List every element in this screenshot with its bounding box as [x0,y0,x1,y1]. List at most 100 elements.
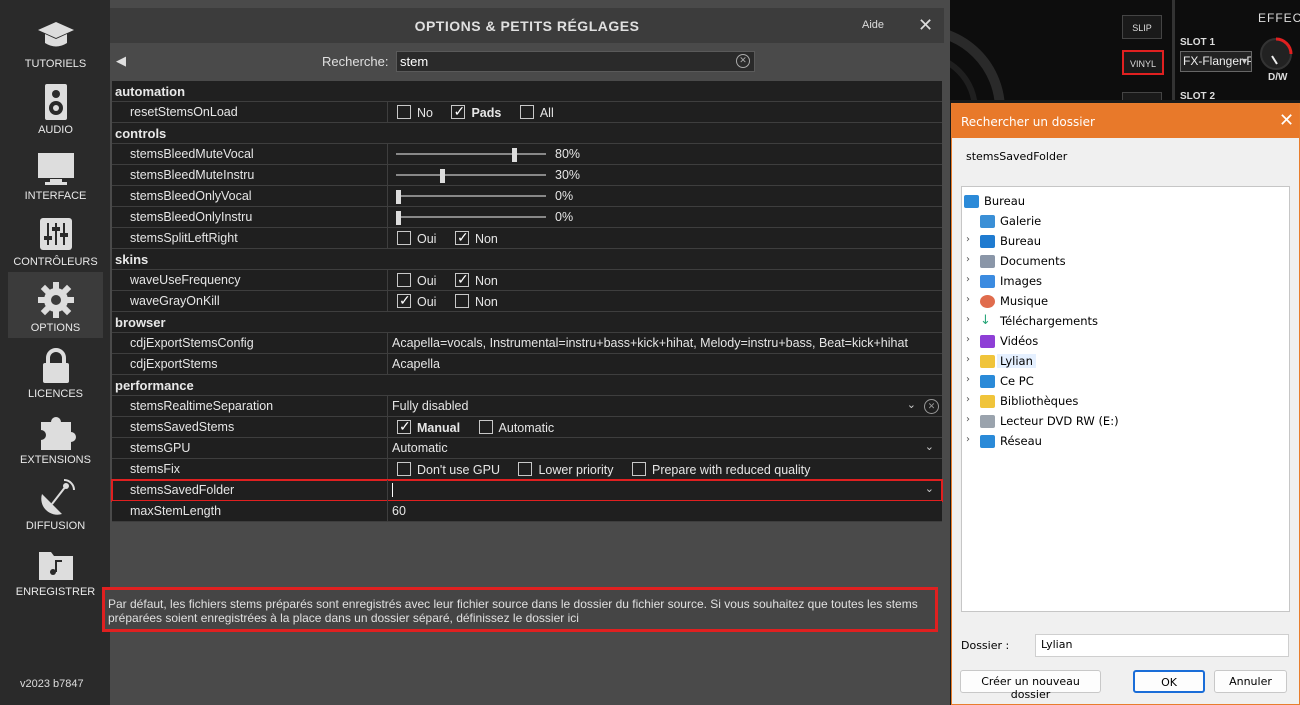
checkbox-oui[interactable] [397,273,411,287]
satellite-dish-icon [40,479,75,515]
option-row-maxStemLength: maxStemLength 60 [112,501,942,522]
chevron-right-icon[interactable]: › [966,414,970,425]
chevron-right-icon[interactable]: › [966,274,970,285]
options-window: OPTIONS & PETITS RÉGLAGES Aide ✕ ◀ Reche… [102,0,950,705]
nav-controleurs[interactable]: CONTRÔLEURS [8,206,103,272]
ok-button[interactable]: OK [1133,670,1205,693]
slider-value: 0% [555,189,574,203]
text-value-field[interactable]: Acapella=vocals, Instrumental=instru+bas… [389,333,942,354]
chevron-right-icon[interactable]: › [966,374,970,385]
nav-audio[interactable]: AUDIO [8,74,103,140]
help-link[interactable]: Aide [862,19,884,31]
tree-item-label: Réseau [1000,434,1042,448]
slider[interactable] [396,211,546,225]
slider-knob[interactable] [396,190,401,204]
chevron-right-icon[interactable]: › [966,334,970,345]
dw-label: D/W [1268,72,1288,83]
option-name: cdjExportStemsConfig [112,333,388,354]
nav-options[interactable]: OPTIONS [8,272,103,338]
slider-knob[interactable] [440,169,445,183]
vinyl-button[interactable]: VINYL [1122,50,1164,75]
checkbox-no[interactable] [397,105,411,119]
checkbox-dont-use-gpu[interactable] [397,462,411,476]
close-icon[interactable]: ✕ [918,15,933,36]
chevron-right-icon[interactable]: › [966,254,970,265]
chevron-right-icon[interactable]: › [966,354,970,365]
nav-diffusion[interactable]: DIFFUSION [8,470,103,536]
nav-enregistrer[interactable]: ENREGISTRER [8,536,103,602]
slider-knob[interactable] [396,211,401,225]
chevron-right-icon[interactable]: › [966,434,970,445]
chevron-right-icon[interactable]: › [966,314,970,325]
slider-knob[interactable] [512,148,517,162]
folder-tree[interactable]: Bureau Galerie › Bureau › Documents › Im… [961,186,1290,612]
slider[interactable] [396,169,546,183]
checkbox-automatic[interactable] [478,420,493,434]
options-grid: automation resetStemsOnLoad No Pads All … [111,81,943,522]
search-input[interactable]: stem [396,51,755,72]
dw-knob-icon[interactable] [1256,34,1296,74]
folder-input[interactable]: Lylian [1035,634,1289,657]
new-folder-button[interactable]: Créer un nouveau dossier [960,670,1101,701]
dropdown[interactable]: Automatic ⌄ [389,438,942,459]
nav-label: TUTORIELS [24,58,87,70]
folder-dropdown[interactable]: ⌄ [389,480,942,501]
nav-interface[interactable]: INTERFACE [8,140,103,206]
tree-item-label: Lylian [997,354,1036,368]
checkbox-all[interactable] [519,105,534,119]
tree-item-label: Bureau [1000,234,1042,248]
chevron-down-icon[interactable]: ⌄ [925,482,934,495]
checkbox-non[interactable] [454,271,469,288]
tree-item-label: Téléchargements [1000,314,1099,328]
checkbox-oui[interactable] [397,231,411,245]
effect-header: EFFECT [1258,11,1300,25]
checkbox-label: Oui [417,295,437,309]
checkbox-reduced-quality[interactable] [631,462,646,476]
speaker-icon [44,84,67,120]
reset-icon[interactable]: ✕ [924,399,939,414]
nav-licences[interactable]: LICENCES [8,338,103,404]
text-value-field[interactable]: 60 [389,501,942,522]
chevron-down-icon[interactable]: ⌄ [907,398,916,411]
desktop-icon [964,195,979,208]
dropdown[interactable]: Fully disabled ⌄ ✕ [389,396,942,417]
checkbox-lower-priority[interactable] [518,462,533,476]
close-icon[interactable]: ✕ [1279,110,1294,131]
checkbox-label: Automatic [498,421,555,435]
deck-button[interactable] [1122,92,1162,100]
cancel-button[interactable]: Annuler [1214,670,1287,693]
chevron-right-icon[interactable]: › [966,394,970,405]
checkbox-manual[interactable] [397,418,411,435]
section-header: automation [112,81,942,102]
slider[interactable] [396,148,546,162]
nav-label: ENREGISTRER [15,586,96,598]
back-arrow-icon[interactable]: ◀ [116,53,126,69]
option-row-stemsGPU: stemsGPU Automatic ⌄ [112,438,942,459]
option-name: stemsBleedMuteInstru [112,165,388,186]
dropdown-value: Fully disabled [392,399,469,413]
checkbox-non[interactable] [454,229,469,246]
text-value-field[interactable]: Acapella [389,354,942,375]
desktop-folder-icon [980,235,995,248]
chevron-right-icon[interactable]: › [966,294,970,305]
tree-item-lylian[interactable]: › Lylian [966,353,1286,371]
chevron-down-icon[interactable]: ▼ [1240,56,1249,66]
nav-extensions[interactable]: EXTENSIONS [8,404,103,470]
chevron-down-icon[interactable]: ⌄ [925,440,934,453]
tree-item-label: Images [1000,274,1043,288]
libraries-folder-icon [980,395,995,408]
clear-search-icon[interactable]: ✕ [736,54,750,68]
window-title: OPTIONS & PETITS RÉGLAGES [414,18,640,34]
nav-label: AUDIO [38,124,73,136]
checkbox-oui[interactable] [397,292,411,309]
nav-tutoriels[interactable]: TUTORIELS [8,8,103,74]
tree-item-label: Lecteur DVD RW (E:) [1000,414,1119,428]
checkbox-label: Prepare with reduced quality [651,463,811,477]
slip-button[interactable]: SLIP [1122,15,1162,39]
checkbox-pads[interactable] [451,103,466,120]
option-value: 0% [389,186,942,207]
slider[interactable] [396,190,546,204]
chevron-right-icon[interactable]: › [966,234,970,245]
option-value: 30% [389,165,942,186]
checkbox-non[interactable] [454,294,469,308]
